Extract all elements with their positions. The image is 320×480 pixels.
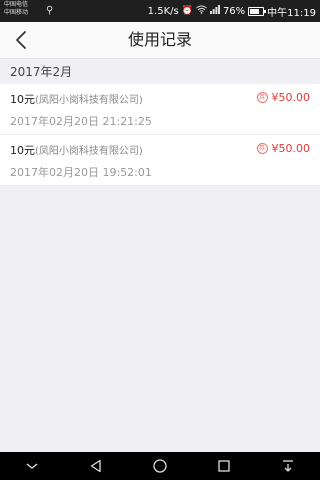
list-item[interactable]: 10元(凤阳小岗科技有限公司) 2017年02月20日 19:52:01 券 ¥… — [0, 135, 320, 186]
battery-percent: 76% — [222, 5, 246, 17]
clock-time: 中午11:19 — [267, 7, 316, 19]
signal-icon — [209, 5, 220, 17]
record-price-group: 券 ¥50.00 — [256, 142, 311, 155]
record-amount-line: 10元(凤阳小岗科技有限公司) — [10, 91, 143, 107]
recents-square-icon[interactable] — [212, 454, 236, 478]
home-circle-icon[interactable] — [148, 454, 172, 478]
wifi-icon — [196, 5, 207, 17]
status-bar: 中国电信 中国移动 ⚲ 1.5K/s ⏰ 76% 中午11:19 — [0, 0, 320, 22]
record-company: (凤阳小岗科技有限公司) — [35, 95, 143, 106]
usb-icon: ⚲ — [46, 5, 54, 16]
record-time: 2017年02月20日 21:21:25 — [10, 115, 152, 128]
page-title: 使用记录 — [127, 30, 192, 49]
month-label: 2017年2月 — [10, 65, 73, 79]
list-item[interactable]: 10元(凤阳小岗科技有限公司) 2017年02月20日 21:21:25 券 ¥… — [0, 84, 320, 135]
record-price-group: 券 ¥50.00 — [256, 91, 311, 104]
carrier-top: 中国电信 — [4, 1, 29, 8]
notification-pull-icon[interactable] — [276, 454, 300, 478]
app-header: 使用记录 — [0, 22, 320, 59]
record-price: ¥50.00 — [271, 142, 311, 155]
clock-icon: ⏰ — [181, 6, 193, 16]
back-triangle-icon[interactable] — [84, 454, 108, 478]
carrier-info: 中国电信 中国移动 — [4, 1, 28, 17]
net-speed: 1.5K/s — [147, 5, 179, 17]
record-amount: 10元 — [10, 144, 35, 157]
coupon-icon: 券 — [256, 143, 268, 154]
carrier-bottom: 中国移动 — [4, 9, 29, 16]
record-company: (凤阳小岗科技有限公司) — [35, 146, 143, 157]
battery-icon — [248, 6, 267, 16]
record-list: 10元(凤阳小岗科技有限公司) 2017年02月20日 21:21:25 券 ¥… — [0, 84, 320, 186]
system-nav-bar — [0, 452, 320, 480]
record-price: ¥50.00 — [271, 91, 311, 104]
coupon-icon: 券 — [256, 92, 268, 103]
record-amount: 10元 — [10, 93, 35, 106]
record-time: 2017年02月20日 19:52:01 — [10, 166, 152, 179]
chevron-down-icon[interactable] — [20, 454, 44, 478]
record-amount-line: 10元(凤阳小岗科技有限公司) — [10, 142, 143, 158]
status-right: 1.5K/s ⏰ 76% 中午11:19 — [147, 4, 316, 19]
